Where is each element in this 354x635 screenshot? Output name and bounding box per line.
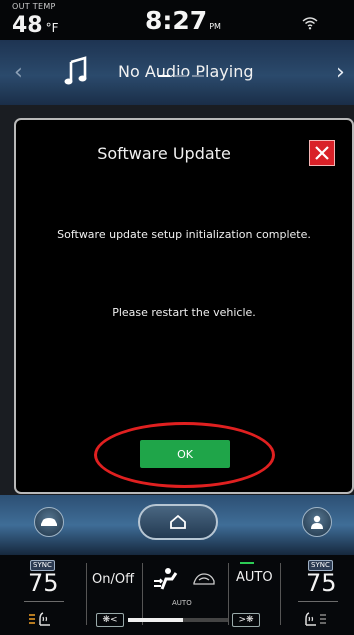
user-icon	[311, 515, 323, 529]
car-icon	[41, 518, 57, 526]
climate-bar: SYNC 75 On/Off AUTO AUTO SYNC 75 ❋< >❋	[0, 555, 354, 635]
page-dot	[175, 75, 187, 77]
divider	[142, 563, 143, 625]
ok-button[interactable]: OK	[140, 440, 230, 468]
audio-source-title: No Audio Playing	[118, 62, 254, 81]
divider	[228, 563, 229, 625]
close-icon	[315, 146, 329, 160]
audio-previous-button[interactable]: ‹	[14, 60, 23, 85]
climate-onoff-button[interactable]: On/Off	[92, 572, 134, 587]
divider	[24, 601, 64, 602]
bottom-nav	[0, 495, 354, 555]
recirculation-icon[interactable]	[192, 571, 216, 587]
divider	[298, 601, 338, 602]
divider	[280, 563, 281, 625]
fan-speed-up-button[interactable]: >❋	[232, 613, 260, 627]
user-profile-button[interactable]	[302, 507, 332, 537]
wifi-icon	[302, 17, 318, 30]
page-dot	[192, 75, 204, 77]
vehicle-button[interactable]	[34, 507, 64, 537]
clock-ampm: PM	[209, 22, 221, 31]
page-dot	[158, 75, 170, 77]
dialog-message-status: Software update setup initialization com…	[57, 228, 311, 241]
dialog-message-instruction: Please restart the vehicle.	[112, 306, 256, 319]
driver-seat-heater-icon[interactable]	[28, 611, 52, 627]
music-note-icon	[64, 56, 87, 85]
auto-mode-label: AUTO	[172, 599, 192, 607]
home-button[interactable]	[138, 504, 218, 540]
clock: 8:27 PM	[145, 6, 221, 35]
divider	[86, 563, 87, 625]
auto-indicator	[240, 562, 254, 564]
status-bar: OUT TEMP 48 °F 8:27 PM	[0, 0, 354, 40]
driver-temperature[interactable]: 75	[28, 569, 59, 597]
outside-temp-unit: °F	[45, 21, 59, 35]
fan-speed-bar	[128, 618, 228, 622]
outside-temp: 48 °F	[12, 13, 59, 38]
audio-next-button[interactable]: ›	[336, 60, 345, 85]
passenger-seat-heater-icon[interactable]	[304, 611, 328, 627]
outside-temp-label: OUT TEMP	[12, 2, 56, 11]
software-update-dialog: Software Update Software update setup in…	[14, 118, 354, 494]
airflow-mode-icon[interactable]	[152, 567, 182, 593]
audio-bar[interactable]: ‹ No Audio Playing ›	[0, 40, 354, 105]
auto-button[interactable]: AUTO	[236, 570, 273, 585]
close-button[interactable]	[309, 140, 335, 166]
passenger-temperature[interactable]: 75	[306, 569, 337, 597]
outside-temp-value: 48	[12, 13, 43, 38]
clock-time: 8:27	[145, 6, 208, 35]
dialog-title: Software Update	[97, 144, 231, 163]
fan-speed-down-button[interactable]: ❋<	[96, 613, 124, 627]
home-icon	[170, 514, 186, 529]
audio-page-indicator	[158, 75, 206, 78]
